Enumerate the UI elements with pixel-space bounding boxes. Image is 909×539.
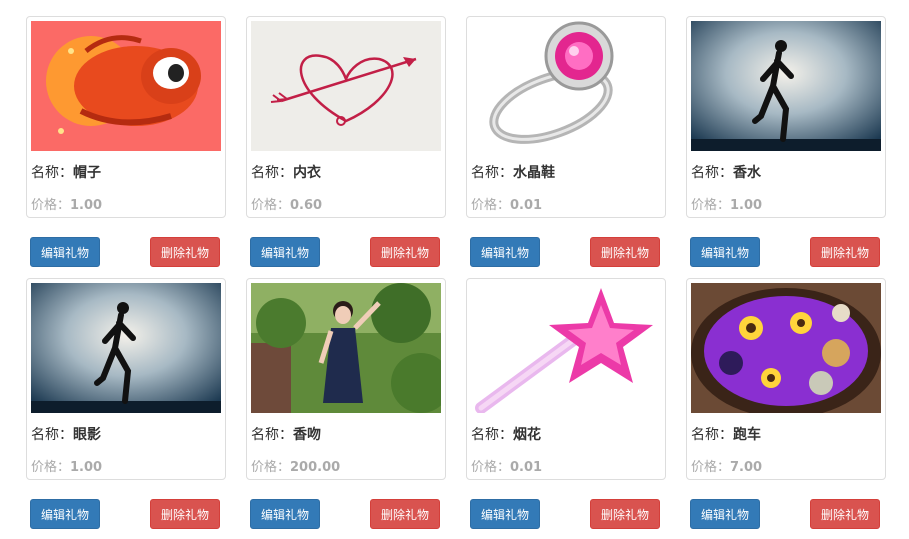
delete-gift-button[interactable]: 删除礼物 — [150, 499, 220, 529]
delete-gift-button[interactable]: 删除礼物 — [590, 237, 660, 267]
gift-name: 香水 — [733, 165, 761, 181]
gift-name: 水晶鞋 — [513, 165, 555, 181]
runner-silhouette-image — [31, 283, 221, 413]
edit-gift-button[interactable]: 编辑礼物 — [250, 237, 320, 267]
edit-gift-button[interactable]: 编辑礼物 — [30, 499, 100, 529]
delete-gift-button[interactable]: 删除礼物 — [370, 499, 440, 529]
edit-gift-button[interactable]: 编辑礼物 — [690, 499, 760, 529]
fruit-bowl-image — [691, 283, 881, 413]
star-wand-image — [471, 283, 661, 413]
delete-gift-button[interactable]: 删除礼物 — [810, 499, 880, 529]
gift-card-panel: 名称：眼影 价格：1.00 — [26, 278, 226, 480]
gift-name: 帽子 — [73, 165, 101, 181]
cartoon-shrimp-image — [31, 21, 221, 151]
gift-card-panel: 名称：烟花 价格：0.01 — [466, 278, 666, 480]
delete-gift-button[interactable]: 删除礼物 — [370, 237, 440, 267]
gift-price: 0.60 — [290, 198, 323, 213]
woman-photo-image — [251, 283, 441, 413]
gift-price: 7.00 — [730, 460, 763, 475]
delete-gift-button[interactable]: 删除礼物 — [810, 237, 880, 267]
gift-card-panel: 名称：跑车 价格：7.00 — [686, 278, 886, 480]
gift-price: 0.01 — [510, 198, 543, 213]
gift-card-panel: 名称：水晶鞋 价格：0.01 — [466, 16, 666, 218]
gift-name: 眼影 — [73, 427, 101, 443]
runner-silhouette-image — [691, 21, 881, 151]
gift-price: 1.00 — [730, 198, 763, 213]
gift-card-panel: 名称：帽子 价格：1.00 — [26, 16, 226, 218]
gift-price: 1.00 — [70, 460, 103, 475]
gift-price: 1.00 — [70, 198, 103, 213]
diamond-ring-image — [471, 21, 661, 151]
delete-gift-button[interactable]: 删除礼物 — [590, 499, 660, 529]
edit-gift-button[interactable]: 编辑礼物 — [30, 237, 100, 267]
edit-gift-button[interactable]: 编辑礼物 — [470, 237, 540, 267]
gift-name: 内衣 — [293, 165, 321, 181]
gift-price: 200.00 — [290, 460, 341, 475]
gift-name: 香吻 — [293, 427, 321, 443]
delete-gift-button[interactable]: 删除礼物 — [150, 237, 220, 267]
edit-gift-button[interactable]: 编辑礼物 — [250, 499, 320, 529]
gift-name: 跑车 — [733, 427, 761, 443]
gift-name: 烟花 — [513, 427, 541, 443]
edit-gift-button[interactable]: 编辑礼物 — [470, 499, 540, 529]
edit-gift-button[interactable]: 编辑礼物 — [690, 237, 760, 267]
heart-arrow-image — [251, 21, 441, 151]
gift-card-panel: 名称：内衣 价格：0.60 — [246, 16, 446, 218]
gift-card-panel: 名称：香吻 价格：200.00 — [246, 278, 446, 480]
gift-card-panel: 名称：香水 价格：1.00 — [686, 16, 886, 218]
gift-price: 0.01 — [510, 460, 543, 475]
